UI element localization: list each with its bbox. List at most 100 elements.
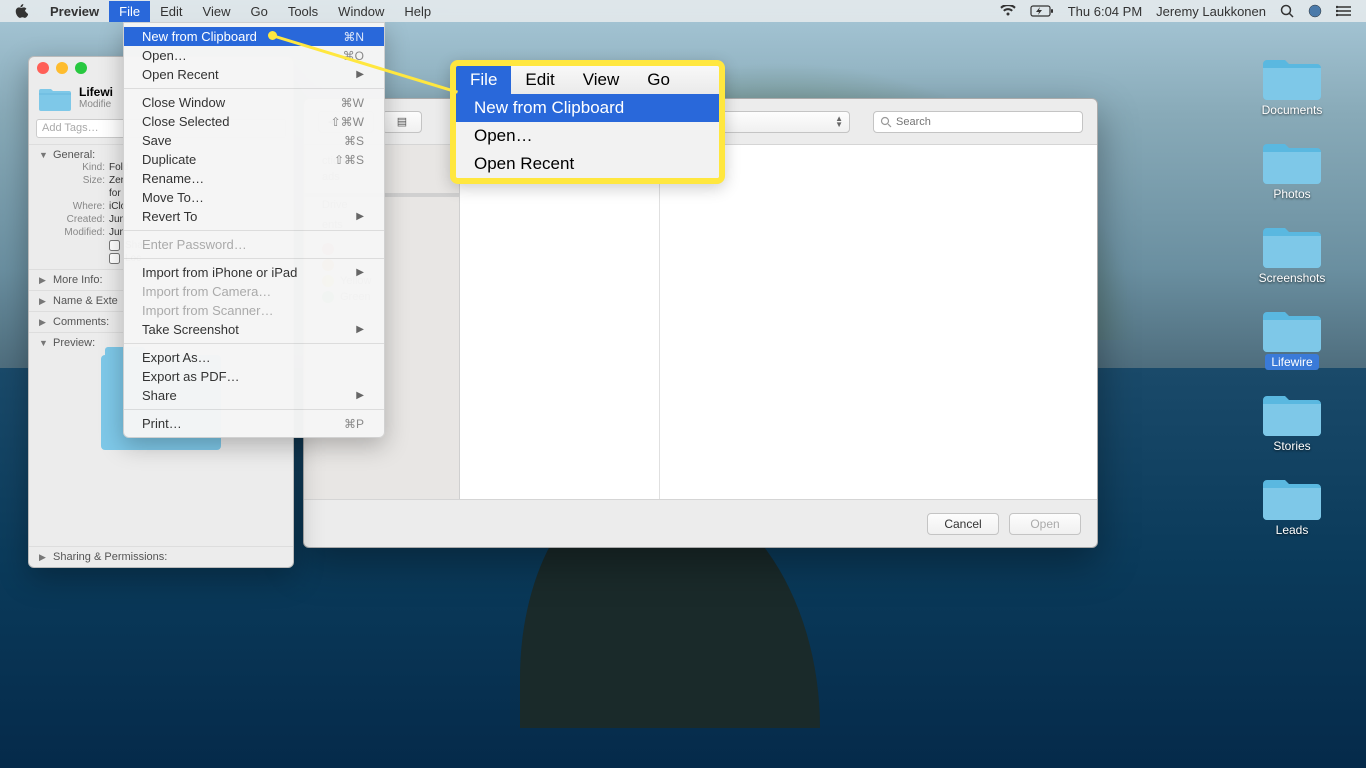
battery-icon[interactable]: [1030, 5, 1054, 17]
menu-window[interactable]: Window: [328, 1, 394, 22]
menu-item-label: Open Recent: [142, 67, 219, 82]
menu-item-label: Share: [142, 388, 177, 403]
close-button[interactable]: [37, 62, 49, 74]
menu-item-label: Open…: [142, 48, 187, 63]
menu-tools[interactable]: Tools: [278, 1, 328, 22]
menu-view[interactable]: View: [193, 1, 241, 22]
menu-file[interactable]: File: [109, 1, 150, 22]
submenu-arrow-icon: ▶: [356, 69, 364, 80]
column-1[interactable]: [460, 145, 660, 499]
menu-open-recent[interactable]: Open Recent ▶: [124, 65, 384, 84]
menu-import-camera: Import from Camera…: [124, 282, 384, 301]
callout-item-recent: Open Recent: [456, 150, 719, 178]
dialog-content: [460, 145, 1097, 499]
menu-save[interactable]: Save⌘S: [124, 131, 384, 150]
callout-pointer-dot: [268, 31, 277, 40]
callout-menu-view: View: [569, 66, 634, 94]
value-size2: for: [109, 188, 121, 199]
callout-item-open: Open…: [456, 122, 719, 150]
zoom-button[interactable]: [75, 62, 87, 74]
file-menu-dropdown: New from Clipboard⌘N Open…⌘O Open Recent…: [123, 22, 385, 438]
label-size: Size:: [51, 175, 109, 186]
menu-item-label: Revert To: [142, 209, 197, 224]
submenu-arrow-icon: ▶: [356, 324, 364, 335]
menu-help[interactable]: Help: [394, 1, 441, 22]
dialog-footer: Cancel Open: [304, 499, 1097, 547]
cancel-button[interactable]: Cancel: [927, 513, 999, 535]
info-modified: Modifie: [79, 99, 113, 110]
menu-item-label: Import from Scanner…: [142, 303, 274, 318]
menu-print[interactable]: Print… ⌘P: [124, 414, 384, 433]
submenu-arrow-icon: ▶: [356, 211, 364, 222]
callout-menubar: File Edit View Go: [456, 66, 719, 94]
menu-item-label: Duplicate: [142, 152, 196, 167]
menu-go[interactable]: Go: [240, 1, 277, 22]
callout-menu-edit: Edit: [511, 66, 568, 94]
menu-revert-to[interactable]: Revert To ▶: [124, 207, 384, 226]
app-name[interactable]: Preview: [40, 1, 109, 22]
menu-export-pdf[interactable]: Export as PDF…: [124, 367, 384, 386]
menu-separator: [124, 409, 384, 410]
shortcut: ⌘N: [343, 30, 364, 44]
shortcut: ⇧⌘S: [334, 153, 364, 167]
menu-item-label: Print…: [142, 416, 182, 431]
menu-separator: [124, 88, 384, 89]
disclosure-icon: ▶: [39, 296, 49, 307]
menu-item-label: Export As…: [142, 350, 211, 365]
menu-close-selected[interactable]: Close Selected⇧⌘W: [124, 112, 384, 131]
value-size: Zer: [109, 175, 124, 186]
menu-edit[interactable]: Edit: [150, 1, 192, 22]
menu-export-as[interactable]: Export As…: [124, 348, 384, 367]
column-2[interactable]: [660, 145, 1097, 499]
menu-rename[interactable]: Rename…: [124, 169, 384, 188]
shortcut: ⌘P: [344, 417, 364, 431]
menu-move-to[interactable]: Move To…: [124, 188, 384, 207]
menu-import-iphone[interactable]: Import from iPhone or iPad ▶: [124, 263, 384, 282]
submenu-arrow-icon: ▶: [356, 267, 364, 278]
section-head[interactable]: ▶Sharing & Permissions:: [39, 551, 283, 563]
menu-item-label: Close Window: [142, 95, 225, 110]
search-input[interactable]: [896, 116, 1076, 128]
clock[interactable]: Thu 6:04 PM: [1068, 4, 1142, 19]
user-name[interactable]: Jeremy Laukkonen: [1156, 4, 1266, 19]
checkbox[interactable]: [109, 253, 120, 264]
desktop-folder-screenshots[interactable]: Screenshots: [1242, 222, 1342, 286]
menu-separator: [124, 258, 384, 259]
desktop-folder-leads[interactable]: Leads: [1242, 474, 1342, 538]
menu-item-label: Import from iPhone or iPad: [142, 265, 297, 280]
callout: File Edit View Go New from Clipboard Ope…: [450, 60, 725, 184]
desktop-folder-documents[interactable]: Documents: [1242, 54, 1342, 118]
menu-item-label: Take Screenshot: [142, 322, 239, 337]
desktop-folder-photos[interactable]: Photos: [1242, 138, 1342, 202]
menu-enter-password: Enter Password…: [124, 235, 384, 254]
desktop-folder-lifewire[interactable]: Lifewire: [1242, 306, 1342, 370]
menu-item-label: Rename…: [142, 171, 204, 186]
wifi-icon[interactable]: [1000, 5, 1016, 17]
shortcut: ⌘W: [341, 96, 364, 110]
callout-menu-go: Go: [633, 66, 684, 94]
menu-duplicate[interactable]: Duplicate ⇧⌘S: [124, 150, 384, 169]
menu-take-screenshot[interactable]: Take Screenshot ▶: [124, 320, 384, 339]
search-field[interactable]: [873, 111, 1083, 133]
desktop: Preview File Edit View Go Tools Window H…: [0, 0, 1366, 768]
disclosure-icon: ▶: [39, 552, 49, 563]
desktop-folder-stories[interactable]: Stories: [1242, 390, 1342, 454]
apple-logo-icon[interactable]: [14, 4, 28, 18]
desktop-icon-label: Leads: [1270, 522, 1315, 538]
view-mode-button[interactable]: ▤: [382, 111, 422, 133]
spotlight-icon[interactable]: [1280, 4, 1294, 18]
menu-new-from-clipboard[interactable]: New from Clipboard⌘N: [124, 27, 384, 46]
label-kind: Kind:: [51, 162, 109, 173]
siri-icon[interactable]: [1308, 4, 1322, 18]
updown-icon: ▲▼: [835, 116, 843, 128]
checkbox[interactable]: [109, 240, 120, 251]
minimize-button[interactable]: [56, 62, 68, 74]
shortcut: ⌘S: [344, 134, 364, 148]
menu-share[interactable]: Share▶: [124, 386, 384, 405]
menu-close-window[interactable]: Close Window ⌘W: [124, 93, 384, 112]
menubar-left: Preview File Edit View Go Tools Window H…: [0, 1, 1000, 22]
notification-icon[interactable]: [1336, 5, 1352, 17]
label-created: Created:: [51, 214, 109, 225]
menu-separator: [124, 230, 384, 231]
desktop-icon-label: Documents: [1256, 102, 1329, 118]
